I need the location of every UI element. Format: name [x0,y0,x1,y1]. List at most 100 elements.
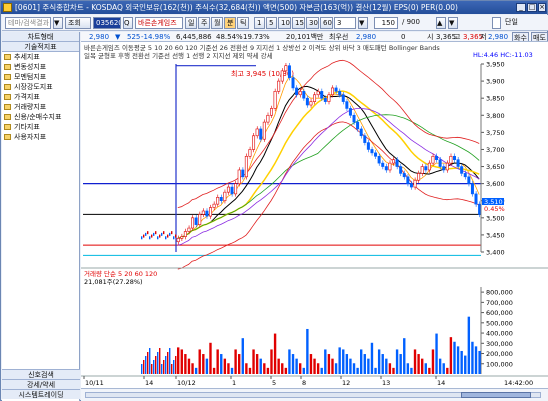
candle-body [167,234,169,238]
system-trading-tab[interactable]: 시스템트레이딩 [2,389,80,399]
period-day-button[interactable]: 일 [185,17,197,29]
interval-1-button[interactable]: 1 [254,17,265,29]
maximize-icon[interactable]: □ [527,3,537,12]
period-minute-button[interactable]: 분 [224,17,236,29]
volume-bar [381,354,384,374]
candle-body [402,173,406,178]
current-price: 2,980 [89,33,110,41]
chart-scrollbar[interactable] [81,388,548,401]
volume-bar [392,367,395,374]
volume-bar [238,354,241,374]
window-title: [0601] 주식종합차트 - KOSDAQ 외국인보유(162(천)) 주식수… [15,3,458,12]
candle-body [388,162,392,171]
scroll-thumb[interactable] [461,392,531,398]
period-tick-button[interactable]: 틱 [237,17,249,29]
volume-bar [241,338,244,374]
interval-15-button[interactable]: 15 [292,17,305,29]
stock-chart[interactable]: 바른손게임즈 이동평균 5 10 20 60 120 기준선 26 전환선 9 … [81,42,548,388]
interval-dropdown-icon[interactable]: ▼ [358,17,368,29]
interval-5-button[interactable]: 5 [266,17,277,29]
candle-body [280,70,284,82]
sidebar-item-market-strength[interactable]: 시장강도지표 [2,82,79,92]
candle-body [241,169,245,178]
sidebar-item-trend[interactable]: 추세지표 [2,52,79,62]
candle-body [424,166,428,171]
volume-bar [167,352,169,374]
sidebar-item-price[interactable]: 가격지표 [2,92,79,102]
volume-bar [143,360,145,374]
period-month-button[interactable]: 월 [211,17,223,29]
candle-body [230,186,234,195]
scroll-up-icon[interactable]: ▲ [436,17,446,29]
volume-bar [345,354,349,374]
candle-body [409,183,413,188]
close-icon[interactable]: × [538,3,546,12]
sidebar-item-volume[interactable]: 거래량지표 [2,102,79,112]
y-tick-label: 3,850 [486,95,505,103]
volume-bar [313,358,316,374]
volume-bar [299,363,302,374]
technical-indicators-tab[interactable]: 기술적지표 [2,42,79,52]
minimize-icon[interactable]: _ [516,3,526,12]
candle-body [198,214,202,225]
sidebar-item-momentum[interactable]: 모멘텀지표 [2,72,79,82]
sidebar-item-credit[interactable]: 신용/순매수지표 [2,112,79,122]
search-input[interactable]: 테마/검색결과 [5,17,51,29]
volume-tick-label: 200,000 [486,350,513,358]
volume-bar [165,356,167,374]
candle-body [470,183,474,195]
info-button-1[interactable]: 화수 [512,32,529,41]
scroll-down-icon[interactable]: ▼ [448,17,458,29]
signal-search-tab[interactable]: 신호검색 [2,369,80,379]
y-tick-label: 3,700 [486,146,505,154]
candle-body [165,236,167,240]
volume-tick-label: 100,000 [486,360,513,368]
trade-amount: 20,101백만 [286,33,324,41]
volume-bar [291,354,295,374]
candle-body [223,191,227,202]
info-button-2[interactable]: 매도 [531,32,548,41]
candle-body [298,91,302,96]
volume-bar [431,349,435,374]
volume-bar [370,342,374,374]
volume-bar [356,367,359,374]
candle-body [205,210,209,217]
candle-body [370,149,374,154]
candle-body [161,232,163,236]
candle-body [374,152,378,157]
search-button[interactable]: 조회 [65,17,91,29]
interval-10-button[interactable]: 10 [278,17,291,29]
folder-icon [4,84,11,90]
x-tick-label: 14 [145,379,153,387]
volume-bar [141,364,143,374]
interval-30-button[interactable]: 30 [306,17,319,29]
volume-bar [147,352,149,374]
volume-tick-label: 700,000 [486,299,513,307]
stock-code-input[interactable]: 035620 [93,17,121,29]
bar-count-input[interactable]: 150 [374,17,398,29]
candle-body [452,155,456,161]
sidebar-item-other[interactable]: 기타지표 [2,122,79,132]
chart-area[interactable]: 바른손게임즈 이동평균 5 10 20 60 120 기준선 26 전환선 9 … [81,42,548,388]
volume-bar [205,358,209,374]
single-label: 단일 [505,18,518,26]
candle-body [366,142,370,150]
volume-value: 6,445,886 [176,33,212,41]
chart-type-tab[interactable]: 차트형태 [2,32,79,42]
bid-price: 2,980 [356,33,377,41]
volume-bar [428,367,431,374]
candle-body [269,108,273,116]
volume-bar [471,341,474,374]
interval-custom-input[interactable]: 3 [334,17,356,29]
dropdown-icon[interactable]: ▼ [53,17,63,29]
single-checkbox[interactable] [492,17,501,29]
interval-60-button[interactable]: 60 [320,17,333,29]
code-search-icon[interactable]: Q [123,17,133,29]
period-week-button[interactable]: 주 [198,17,210,29]
strength-tab[interactable]: 강세/약세 [2,379,80,389]
price-info-bar: 2,980 ▼ 525 -14.98% 6,445,886 48.54% 19.… [81,32,548,42]
volume-bar [377,349,381,374]
sidebar-item-user[interactable]: 사용자지표 [2,132,79,142]
folder-icon [4,64,11,70]
sidebar-item-volatility[interactable]: 변동성지표 [2,62,79,72]
